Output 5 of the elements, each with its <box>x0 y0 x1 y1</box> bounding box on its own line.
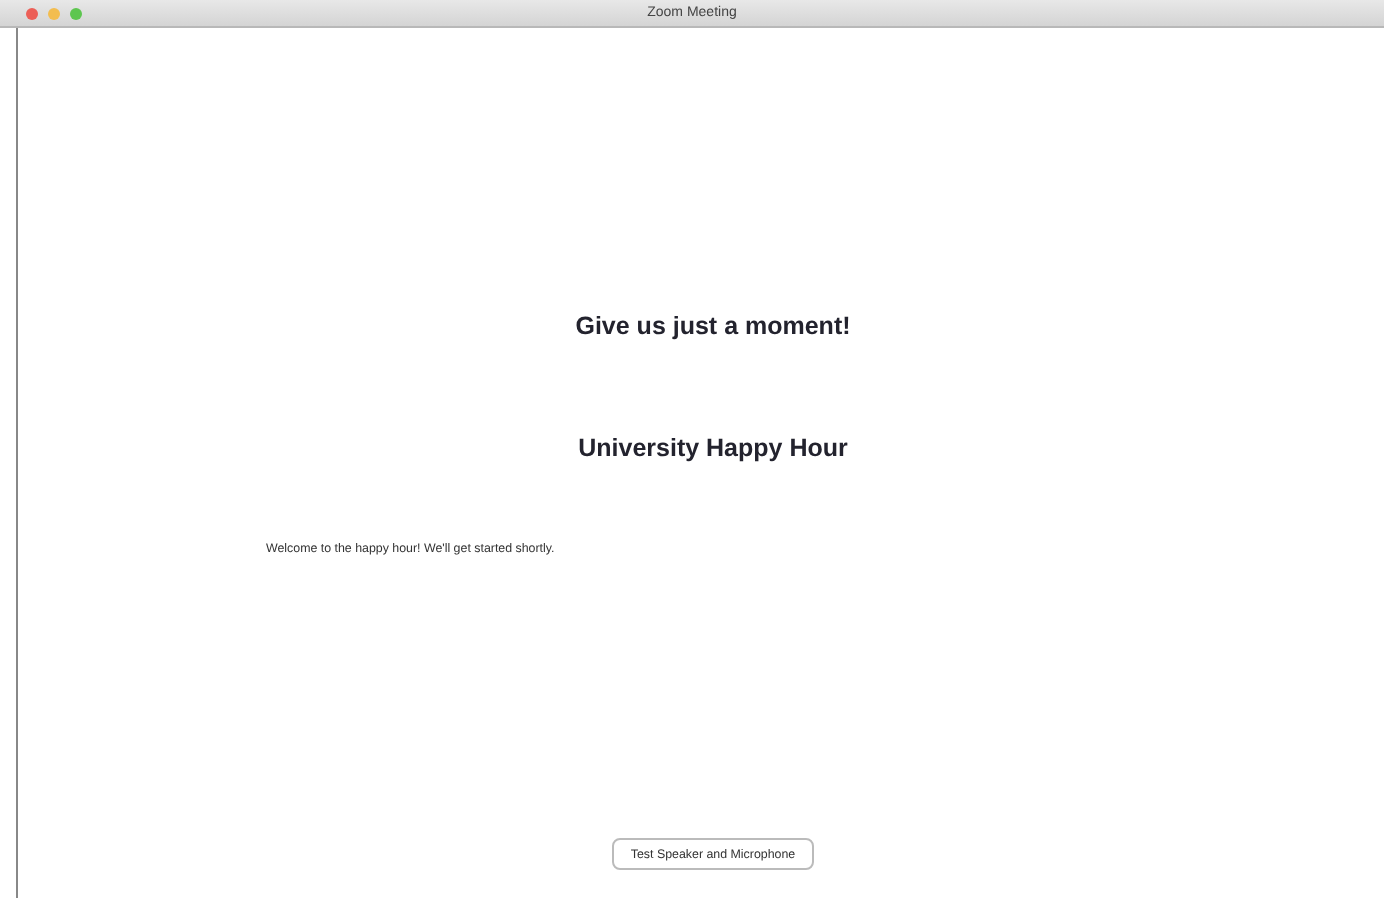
waiting-heading: Give us just a moment! <box>575 312 851 340</box>
zoom-button[interactable] <box>70 7 82 19</box>
close-button[interactable] <box>26 7 38 19</box>
minimize-button[interactable] <box>48 7 60 19</box>
meeting-name: University Happy Hour <box>578 434 848 462</box>
